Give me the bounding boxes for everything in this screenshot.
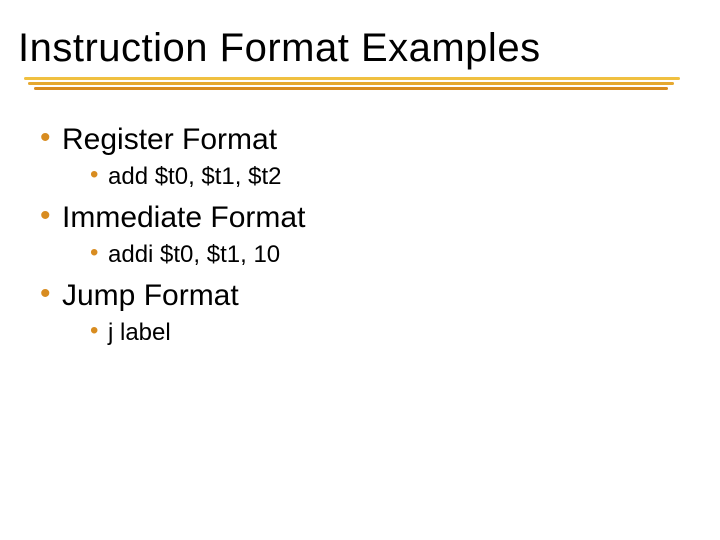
sub-bullet-label: j label — [108, 319, 171, 346]
sub-bullet-item: add $t0, $t1, $t2 — [90, 163, 700, 191]
bullet-item-jump: Jump Format j label — [40, 279, 700, 347]
underline-stroke — [28, 82, 674, 85]
sub-bullet-item: addi $t0, $t1, 10 — [90, 241, 700, 269]
sub-bullet-label: add $t0, $t1, $t2 — [108, 163, 281, 190]
sub-bullet-list: addi $t0, $t1, 10 — [90, 241, 700, 269]
slide: Instruction Format Examples Register For… — [0, 0, 720, 540]
bullet-item-immediate: Immediate Format addi $t0, $t1, 10 — [40, 201, 700, 269]
underline-stroke — [24, 77, 680, 80]
bullet-label: Immediate Format — [62, 201, 305, 234]
title-underline — [18, 77, 700, 101]
sub-bullet-label: addi $t0, $t1, 10 — [108, 241, 280, 268]
bullet-item-register: Register Format add $t0, $t1, $t2 — [40, 123, 700, 191]
sub-bullet-list: j label — [90, 319, 700, 347]
bullet-label: Jump Format — [62, 279, 239, 312]
sub-bullet-item: j label — [90, 319, 700, 347]
bullet-list: Register Format add $t0, $t1, $t2 Immedi… — [40, 123, 700, 347]
underline-stroke — [34, 87, 668, 90]
sub-bullet-list: add $t0, $t1, $t2 — [90, 163, 700, 191]
bullet-label: Register Format — [62, 123, 277, 156]
slide-title: Instruction Format Examples — [18, 26, 700, 71]
